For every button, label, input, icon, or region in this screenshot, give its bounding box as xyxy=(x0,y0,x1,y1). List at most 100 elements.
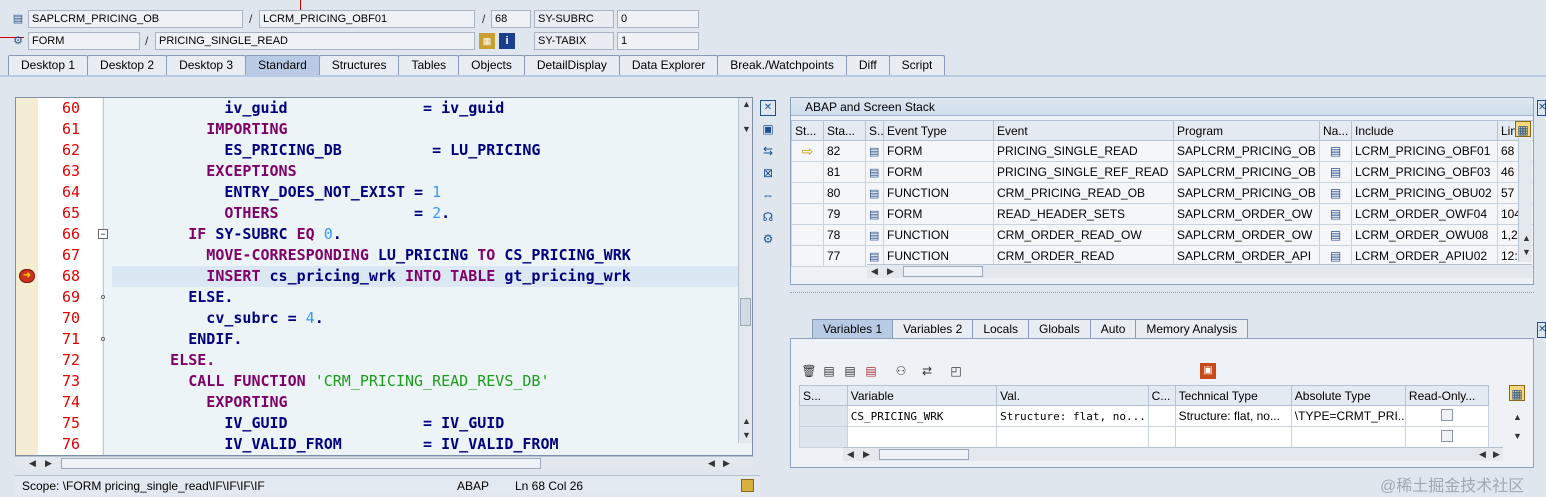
line-field[interactable]: 68 xyxy=(491,10,531,28)
program-cell[interactable]: SAPLCRM_PRICING_OB xyxy=(1173,182,1320,204)
delete-icon[interactable]: 🗑 xyxy=(801,363,817,379)
stack-row[interactable]: 81 ▤ FORM PRICING_SINGLE_REF_READ SAPLCRM_PR… xyxy=(791,161,1533,183)
stack-column-header[interactable]: Sta... xyxy=(823,120,866,141)
stack-vertical-scrollbar[interactable]: ▲ ▼ xyxy=(1518,138,1532,262)
event-type-cell[interactable]: FUNCTION xyxy=(883,224,994,246)
stack-column-header[interactable]: Include xyxy=(1351,120,1498,141)
tab-detaildisplay[interactable]: DetailDisplay xyxy=(523,55,620,75)
include-cell[interactable]: LCRM_PRICING_OBU02 xyxy=(1351,182,1498,204)
event-cell[interactable]: PRICING_SINGLE_READ xyxy=(993,140,1174,162)
tab-variables-2[interactable]: Variables 2 xyxy=(892,319,974,338)
maximize-icon[interactable]: ⊠ xyxy=(760,165,776,181)
variables-horizontal-scrollbar[interactable]: ◀ ▶ ◀ ▶ xyxy=(843,447,1503,461)
include-field[interactable]: LCRM_PRICING_OBF01 xyxy=(259,10,475,28)
stack-column-header[interactable]: Na... xyxy=(1319,120,1352,141)
change-cell[interactable] xyxy=(1147,405,1176,427)
code-editor[interactable]: − ➜ 60 iv_guid = iv_guid 61 IMPORTING 62 E… xyxy=(15,97,753,456)
hscroll-thumb[interactable] xyxy=(61,458,541,469)
tab-desktop-1[interactable]: Desktop 1 xyxy=(8,55,89,75)
program-cell[interactable]: SAPLCRM_ORDER_OW xyxy=(1173,203,1320,225)
event-cell[interactable]: CRM_PRICING_READ_OB xyxy=(993,182,1174,204)
info-icon[interactable]: i xyxy=(499,33,515,49)
event-field[interactable]: PRICING_SINGLE_READ xyxy=(155,32,475,50)
tab-globals[interactable]: Globals xyxy=(1028,319,1091,338)
window-icon[interactable]: ◰ xyxy=(948,363,964,379)
tab-memory-analysis[interactable]: Memory Analysis xyxy=(1135,319,1249,338)
column-config-icon[interactable]: ▦ xyxy=(1515,121,1531,137)
close-icon[interactable]: ✕ xyxy=(1537,322,1546,338)
row-selector[interactable] xyxy=(799,405,848,427)
save-var-icon[interactable]: ▤ xyxy=(821,363,837,379)
variable-column-header[interactable]: S... xyxy=(799,385,848,406)
splitter[interactable] xyxy=(790,292,1534,295)
read-only-checkbox[interactable] xyxy=(1440,408,1453,421)
read-only-cell[interactable] xyxy=(1404,426,1490,448)
technical-type-cell[interactable] xyxy=(1174,426,1292,448)
tab-objects[interactable]: Objects xyxy=(458,55,525,75)
replace-tool-icon[interactable]: ⇆ xyxy=(760,143,776,159)
notes-icon[interactable] xyxy=(741,479,754,492)
variable-column-header[interactable]: C... xyxy=(1147,385,1176,406)
tab-diff[interactable]: Diff xyxy=(845,55,890,75)
scroll-down-icon[interactable]: ▼ xyxy=(1513,431,1522,441)
headset-icon[interactable]: ☊ xyxy=(760,209,776,225)
editor-horizontal-scrollbar[interactable]: ◀ ▶ ◀ ▶ xyxy=(15,456,753,470)
stack-horizontal-scrollbar[interactable]: ◀ ▶ xyxy=(867,264,1532,278)
variable-column-header[interactable]: Val. xyxy=(996,385,1149,406)
transfer-icon[interactable]: ⇄ xyxy=(919,363,935,379)
stack-row[interactable]: 79 ▤ FORM READ_HEADER_SETS SAPLCRM_ORDER_OW ▤… xyxy=(791,203,1533,225)
scroll-thumb[interactable] xyxy=(740,298,751,326)
tab-auto[interactable]: Auto xyxy=(1089,319,1137,338)
event-type-cell[interactable]: FORM xyxy=(883,203,994,225)
sy-tabix-value[interactable]: 1 xyxy=(617,32,699,50)
doc-icon[interactable]: ▦ xyxy=(479,33,495,49)
tab-tables[interactable]: Tables xyxy=(398,55,460,75)
include-cell[interactable]: LCRM_ORDER_OWU08 xyxy=(1351,224,1498,246)
program-cell[interactable]: SAPLCRM_ORDER_OW xyxy=(1173,224,1320,246)
navigate-icon-cell[interactable]: ▤ xyxy=(1319,161,1352,183)
event-cell[interactable]: CRM_ORDER_READ_OW xyxy=(993,224,1174,246)
close-icon[interactable]: ✕ xyxy=(1537,100,1546,116)
variable-name-cell[interactable]: CS_PRICING_WRK xyxy=(846,405,998,427)
variable-value-cell[interactable]: Structure: flat, no... xyxy=(996,405,1149,427)
hscroll-thumb[interactable] xyxy=(879,449,969,460)
stack-column-header[interactable]: S... xyxy=(865,120,884,141)
tab-variables-1[interactable]: Variables 1 xyxy=(812,319,894,338)
stack-level-cell[interactable]: 79 xyxy=(823,203,866,225)
tab-break-watchpoints[interactable]: Break./Watchpoints xyxy=(717,55,847,75)
variable-column-header[interactable]: Read-Only... xyxy=(1404,385,1490,406)
variable-value-cell[interactable] xyxy=(996,426,1149,448)
save-icon[interactable]: ▣ xyxy=(1200,363,1216,379)
tab-standard[interactable]: Standard xyxy=(245,55,320,75)
event-cell[interactable]: PRICING_SINGLE_REF_READ xyxy=(993,161,1174,183)
variable-column-header[interactable]: Absolute Type xyxy=(1290,385,1406,406)
stack-level-cell[interactable]: 81 xyxy=(823,161,866,183)
variable-name-cell[interactable] xyxy=(846,426,998,448)
stack-column-header[interactable]: Event xyxy=(993,120,1174,141)
load-var-icon[interactable]: ▤ xyxy=(842,363,858,379)
technical-type-cell[interactable]: Structure: flat, no... xyxy=(1174,405,1292,427)
export-var-icon[interactable]: ▤ xyxy=(863,363,879,379)
hscroll-thumb[interactable] xyxy=(903,266,983,277)
settings-tool-icon[interactable]: ⚙ xyxy=(760,231,776,247)
include-cell[interactable]: LCRM_PRICING_OBF03 xyxy=(1351,161,1498,183)
event-type-cell[interactable]: FORM xyxy=(883,161,994,183)
stack-row[interactable]: ⇨ 82 ▤ FORM PRICING_SINGLE_READ SAPLCRM_PRICI… xyxy=(791,140,1533,162)
close-icon[interactable]: ✕ xyxy=(760,100,776,116)
sy-subrc-value[interactable]: 0 xyxy=(617,10,699,28)
stack-level-cell[interactable]: 80 xyxy=(823,182,866,204)
program-field[interactable]: SAPLCRM_PRICING_OB xyxy=(28,10,243,28)
people-icon[interactable]: ⚇ xyxy=(893,363,909,379)
include-cell[interactable]: LCRM_PRICING_OBF01 xyxy=(1351,140,1498,162)
absolute-type-cell[interactable] xyxy=(1290,426,1406,448)
column-config-icon[interactable]: ▦ xyxy=(1509,385,1525,401)
event-type-cell[interactable]: FORM xyxy=(883,140,994,162)
scroll-up-icon[interactable]: ▲ xyxy=(1513,412,1522,422)
event-type-field[interactable]: FORM xyxy=(28,32,140,50)
variable-column-header[interactable]: Variable xyxy=(846,385,998,406)
stack-column-header[interactable]: Program xyxy=(1173,120,1320,141)
stack-level-cell[interactable]: 78 xyxy=(823,224,866,246)
include-cell[interactable]: LCRM_ORDER_OWF04 xyxy=(1351,203,1498,225)
navigate-icon-cell[interactable]: ▤ xyxy=(1319,203,1352,225)
swap-icon[interactable]: ⇔ xyxy=(760,187,776,203)
